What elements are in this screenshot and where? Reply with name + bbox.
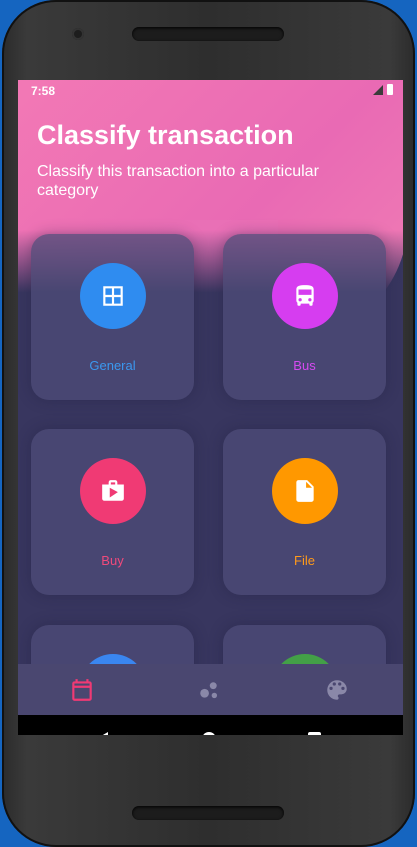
category-card-file[interactable]: File (223, 429, 386, 595)
category-card-bus[interactable]: Bus (223, 234, 386, 400)
bottom-speaker (132, 806, 284, 820)
bus-icon-circle (272, 263, 338, 329)
page-subtitle: Classify this transaction into a particu… (37, 163, 319, 199)
category-label: Buy (101, 553, 124, 568)
nav-item-palette[interactable] (324, 677, 350, 703)
nav-item-calendar[interactable] (69, 677, 95, 703)
status-icons (373, 84, 393, 95)
top-speaker (132, 27, 284, 41)
category-label: General (89, 358, 136, 373)
calendar-icon (72, 679, 92, 701)
recents-icon[interactable] (308, 732, 321, 735)
category-label: Bus (293, 358, 316, 373)
category-card-buy[interactable]: Buy (31, 429, 194, 595)
phone-frame: 7:58 Classify transaction Classify this … (2, 0, 415, 847)
camera-icon (72, 28, 84, 40)
home-icon[interactable] (202, 732, 216, 735)
signal-icon (373, 84, 383, 95)
status-bar: 7:58 (18, 80, 403, 102)
palette-icon (327, 680, 347, 700)
buy-icon-circle (80, 458, 146, 524)
bus-icon (296, 285, 314, 306)
file-icon-circle (272, 458, 338, 524)
file-icon (296, 480, 314, 502)
page-title: Classify transaction (37, 120, 294, 150)
battery-icon (387, 84, 393, 95)
bubbles-icon (200, 682, 218, 699)
back-icon[interactable] (96, 732, 108, 735)
nav-item-bubbles[interactable] (197, 677, 223, 703)
category-card-general[interactable]: General (31, 234, 194, 400)
general-icon-circle (80, 263, 146, 329)
bottom-navigation (18, 664, 403, 715)
shop-icon (102, 480, 124, 501)
status-time: 7:58 (31, 84, 56, 98)
app-screen: 7:58 Classify transaction Classify this … (18, 80, 403, 735)
category-label: File (294, 553, 315, 568)
system-navigation-bar (18, 715, 403, 735)
grid-icon (103, 286, 123, 306)
